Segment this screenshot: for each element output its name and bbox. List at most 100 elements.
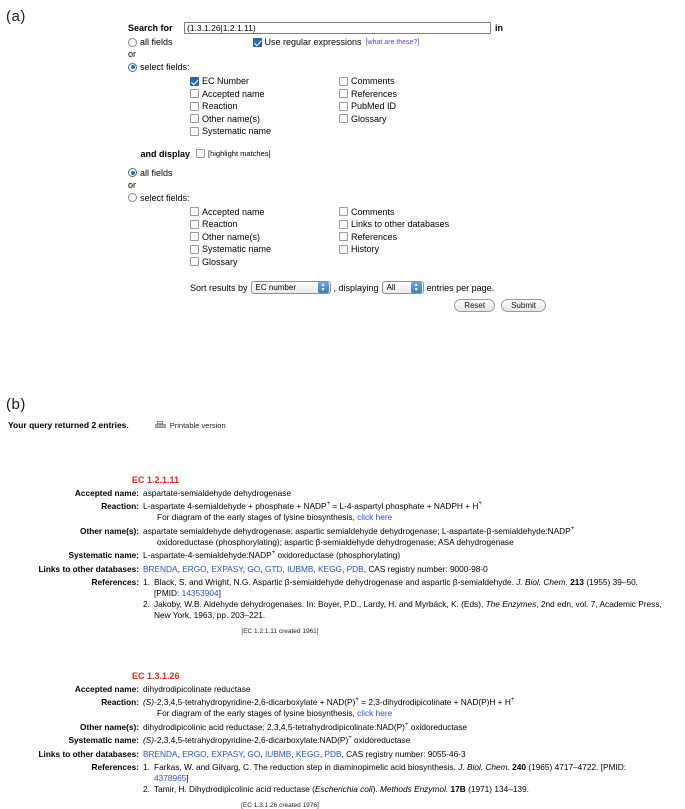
click-here-link[interactable]: click here [357, 512, 392, 522]
checkbox-reaction[interactable] [190, 101, 199, 111]
checkbox-accepted-name[interactable] [190, 89, 199, 99]
click-here-link[interactable]: click here [357, 708, 392, 718]
radio-display-select-fields[interactable] [128, 193, 137, 202]
field-reaction[interactable]: Reaction [190, 100, 339, 113]
display-field-accepted-name[interactable]: Accepted name [190, 206, 339, 219]
display-all-fields-row[interactable]: all fields [128, 168, 528, 178]
db-link-gtd[interactable]: GTD [265, 564, 283, 574]
display-field-reaction[interactable]: Reaction [190, 218, 339, 231]
reference-volume: 17B [450, 784, 466, 794]
other-names-line-2: oxidoreductase (phosphorylating); aspart… [157, 536, 514, 547]
display-select-fields-row[interactable]: select fields: [128, 193, 528, 203]
what-are-these-link[interactable]: [what are these?] [366, 39, 420, 46]
checkbox-display-systematic-name[interactable] [190, 244, 199, 254]
display-field-systematic-name[interactable]: Systematic name [190, 243, 339, 256]
reference-text: Jakoby, W.B. Aldehyde dehydrogenases. In… [154, 599, 663, 621]
checkbox-pubmed-id[interactable] [339, 101, 348, 111]
db-link-expasy[interactable]: EXPASY [211, 564, 243, 574]
scope-select-fields-row[interactable]: select fields: [128, 62, 528, 72]
db-link-brenda[interactable]: BRENDA [143, 564, 178, 574]
reference-text-a: Farkas, W. and Gilvarg, C. The reduction… [154, 762, 459, 772]
checkbox-display-references[interactable] [339, 232, 348, 242]
field-systematic-name[interactable]: Systematic name [190, 125, 339, 138]
db-link-expasy[interactable]: EXPASY [211, 749, 243, 759]
search-input[interactable] [184, 22, 491, 34]
submit-button[interactable]: Submit [501, 299, 546, 312]
highlight-matches-option[interactable]: [highlight matches] [196, 148, 271, 158]
display-field-history[interactable]: History [339, 243, 499, 256]
pmid-link[interactable]: 14353904 [182, 588, 219, 598]
db-link-pdb[interactable]: PDB [347, 564, 364, 574]
display-fields-column-1: Accepted name Reaction Other name(s) Sys… [190, 206, 339, 269]
db-link-pdb[interactable]: PDB [324, 749, 341, 759]
checkbox-display-comments[interactable] [339, 207, 348, 217]
ec-number-heading[interactable]: EC 1.3.1.26 [132, 671, 685, 681]
entry-field-references: References: 1. Black, S. and Wright, N.G… [0, 577, 685, 621]
printable-version-label[interactable]: Printable version [170, 421, 226, 430]
display-field-comments[interactable]: Comments [339, 206, 499, 219]
field-comments[interactable]: Comments [339, 75, 499, 88]
checkbox-glossary[interactable] [339, 114, 348, 124]
checkbox-display-links[interactable] [339, 219, 348, 229]
field-glossary[interactable]: Glossary [339, 113, 499, 126]
display-field-glossary[interactable]: Glossary [190, 256, 339, 269]
cas-value: 9055-46-3 [427, 748, 466, 759]
entry-field-other-names: Other name(s): aspartate semialdehyde de… [0, 526, 685, 548]
reference-item: 2. Jakoby, W.B. Aldehyde dehydrogenases.… [143, 599, 663, 621]
radio-display-all-fields[interactable] [128, 168, 137, 177]
db-link-go[interactable]: GO [247, 749, 260, 759]
scope-all-fields-row[interactable]: all fields Use regular expressions [what… [128, 37, 528, 47]
db-link-iubmb[interactable]: IUBMB [265, 749, 291, 759]
checkbox-display-accepted-name[interactable] [190, 207, 199, 217]
display-field-other-names[interactable]: Other name(s) [190, 231, 339, 244]
regex-option[interactable]: Use regular expressions [what are these?… [252, 37, 420, 47]
field-label: Comments [351, 206, 395, 217]
field-value-references: 1. Black, S. and Wright, N.G. Aspartic β… [143, 577, 663, 621]
checkbox-references[interactable] [339, 89, 348, 99]
search-in-label: in [495, 23, 503, 33]
field-label-accepted-name: Accepted name: [74, 683, 139, 694]
reference-item: 1. Black, S. and Wright, N.G. Aspartic β… [143, 577, 663, 599]
db-link-iubmb[interactable]: IUBMB [287, 564, 313, 574]
chevron-updown-icon: ▲ ▼ [317, 282, 329, 293]
field-value-other-names: aspartate semialdehyde dehydrogenase; as… [143, 526, 663, 548]
entry-field-reaction: Reaction: (S)-2,3,4,5-tetrahydropyridine… [0, 697, 685, 719]
radio-scope-select-fields[interactable] [128, 62, 137, 72]
reset-button[interactable]: Reset [454, 299, 496, 312]
display-field-links[interactable]: Links to other databases [339, 218, 499, 231]
checkbox-comments[interactable] [339, 76, 348, 86]
checkbox-display-glossary[interactable] [190, 257, 199, 267]
per-page-select[interactable]: All ▲ ▼ [381, 281, 424, 294]
db-link-kegg[interactable]: KEGG [296, 749, 320, 759]
radio-scope-all-fields[interactable] [128, 37, 137, 47]
checkbox-display-history[interactable] [339, 244, 348, 254]
checkbox-highlight-matches[interactable] [196, 148, 205, 158]
field-label-other-names: Other name(s): [79, 721, 139, 732]
db-link-ergo[interactable]: ERGO [182, 564, 206, 574]
search-fields-column-1: EC Number Accepted name Reaction Other n… [190, 75, 339, 138]
db-link-brenda[interactable]: BRENDA [143, 749, 178, 759]
pmid-link[interactable]: 4378965 [154, 773, 186, 783]
entry-field-other-names: Other name(s): dihydrodipicolinic acid r… [0, 722, 685, 733]
reference-item: 2. Tamir, H. Dihydrodipicolinic acid red… [143, 784, 663, 795]
field-references[interactable]: References [339, 88, 499, 101]
field-other-names[interactable]: Other name(s) [190, 113, 339, 126]
db-link-kegg[interactable]: KEGG [318, 564, 342, 574]
field-ec-number[interactable]: EC Number [190, 75, 339, 88]
printable-version-link[interactable]: Printable version [154, 421, 226, 430]
display-field-references[interactable]: References [339, 231, 499, 244]
checkbox-systematic-name[interactable] [190, 126, 199, 136]
db-link-ergo[interactable]: ERGO [182, 749, 206, 759]
checkbox-ec-number[interactable] [190, 76, 199, 86]
field-pubmed-id[interactable]: PubMed ID [339, 100, 499, 113]
db-link-go[interactable]: GO [247, 564, 260, 574]
reference-volume: 213 [570, 577, 585, 587]
checkbox-use-regex[interactable] [252, 37, 262, 47]
checkbox-display-reaction[interactable] [190, 219, 199, 229]
sort-by-select[interactable]: EC number ▲ ▼ [250, 281, 331, 294]
field-accepted-name[interactable]: Accepted name [190, 88, 339, 101]
ec-number-heading[interactable]: EC 1.2.1.11 [132, 475, 685, 485]
checkbox-display-other-names[interactable] [190, 232, 199, 242]
checkbox-other-names[interactable] [190, 114, 199, 124]
sort-middle-label: , displaying [333, 282, 379, 293]
